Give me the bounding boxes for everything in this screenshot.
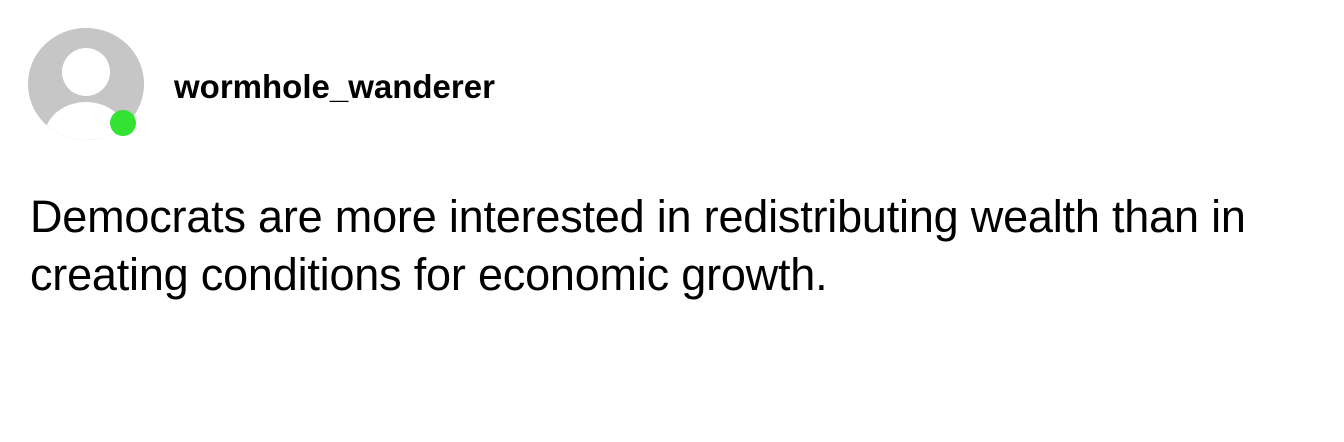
post-header: wormhole_wanderer: [28, 28, 495, 140]
username[interactable]: wormhole_wanderer: [174, 68, 495, 106]
online-status-indicator: [110, 110, 136, 136]
avatar-container[interactable]: [28, 28, 144, 140]
post-text: Democrats are more interested in redistr…: [30, 191, 1246, 300]
